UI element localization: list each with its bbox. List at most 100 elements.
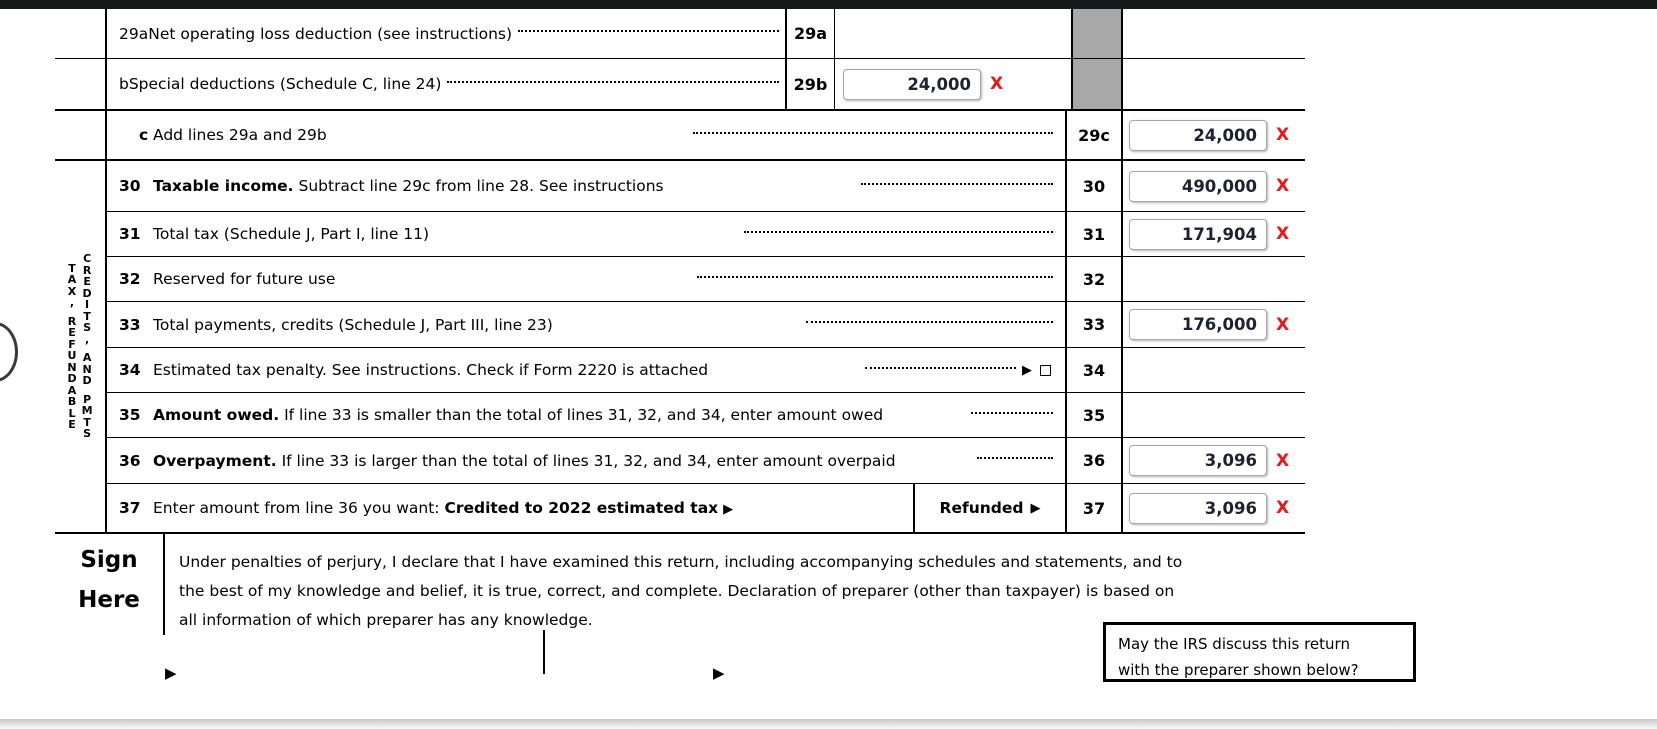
line-35-text: Amount owed. If line 33 is smaller than …	[153, 406, 965, 424]
dot-leader	[518, 30, 779, 32]
sign-here-line1: Sign	[80, 546, 138, 573]
form-line-35: 35 Amount owed. If line 33 is smaller th…	[107, 393, 1305, 438]
tax-form-sheet: 29a Net operating loss deduction (see in…	[55, 9, 1416, 682]
line-31-description: 31 Total tax (Schedule J, Part I, line 1…	[107, 212, 1065, 256]
line-30-description: 30 Taxable income. Subtract line 29c fro…	[107, 161, 1065, 211]
line-29c-error-x-icon[interactable]: X	[1276, 125, 1289, 145]
line-34-form2220-checkbox[interactable]	[1040, 364, 1051, 376]
perjury-line-1: Under penalties of perjury, I declare th…	[179, 553, 1183, 571]
line-33-input[interactable]: 176,000	[1129, 309, 1267, 340]
line-37-input[interactable]: 3,096	[1129, 492, 1267, 524]
form-line-36: 36 Overpayment. If line 33 is larger tha…	[107, 438, 1305, 484]
line-36-number: 36	[119, 451, 141, 470]
line-36-description: 36 Overpayment. If line 33 is larger tha…	[107, 438, 1065, 483]
line-37-stub: 37	[1065, 484, 1123, 532]
line-31-input[interactable]: 171,904	[1129, 218, 1267, 250]
partial-circle-glyph	[0, 322, 18, 382]
line-34-description: 34 Estimated tax penalty. See instructio…	[107, 348, 1065, 392]
line-29b-text: Special deductions (Schedule C, line 24)	[128, 75, 442, 93]
line-32-stub: 32	[1065, 257, 1123, 301]
line-32-description: 32 Reserved for future use	[107, 257, 1065, 301]
signature-arrow-icon-1: ▶	[165, 664, 177, 682]
line-30-text: Taxable income. Subtract line 29c from l…	[153, 177, 855, 195]
line-29a-number: 29a	[119, 24, 149, 43]
line-30-bold-prefix: Taxable income.	[153, 177, 294, 195]
irs-discuss-box: May the IRS discuss this return with the…	[1103, 622, 1416, 682]
irs-discuss-line-2: with the preparer shown below?	[1118, 661, 1359, 679]
line-35-amount-cell[interactable]	[1123, 393, 1305, 437]
line-29c-number: c	[139, 126, 149, 144]
signature-arrow-icon-2: ▶	[713, 664, 725, 682]
rail-spacer-top	[55, 9, 107, 58]
rail-vertical-label: TAX, REFUN DABLE CREDI TS, AND PMTS	[55, 161, 105, 532]
rail-label-column-left: TAX, REFUN DABLE	[67, 261, 77, 431]
end-column-29a	[1123, 9, 1305, 58]
line-33-error-x-icon[interactable]: X	[1276, 315, 1289, 335]
sign-here-line2: Here	[78, 586, 140, 613]
line-29c-input[interactable]: 24,000	[1129, 119, 1267, 151]
line-35-stub: 35	[1065, 393, 1123, 437]
line-34-arrow-icon: ▶	[1022, 362, 1032, 378]
tax-credits-section: TAX, REFUN DABLE CREDI TS, AND PMTS 30 T…	[55, 161, 1305, 532]
dot-leader	[861, 182, 1053, 185]
signature-divider	[543, 630, 545, 674]
line-group-29ab: 29a Net operating loss deduction (see in…	[55, 9, 1305, 111]
shaded-cell-29b	[1071, 59, 1123, 109]
line-29b-number: b	[119, 75, 129, 93]
line-32-amount-cell[interactable]	[1123, 257, 1305, 301]
shaded-cell-29a	[1071, 9, 1123, 58]
sign-here-section: Sign Here Under penalties of perjury, I …	[55, 532, 1416, 682]
line-37-number: 37	[119, 499, 141, 517]
form-line-32: 32 Reserved for future use 32	[107, 257, 1305, 302]
line-29a-amount-cell[interactable]	[835, 9, 1071, 58]
sign-here-body: Under penalties of perjury, I declare th…	[165, 534, 1416, 682]
dot-leader	[692, 131, 1053, 134]
line-29c-amount-cell: 24,000 X	[1123, 111, 1305, 159]
line-34-text: Estimated tax penalty. See instructions.…	[153, 361, 709, 379]
dot-leader	[971, 411, 1054, 414]
line-33-number: 33	[119, 315, 141, 334]
line-37-credited-label: Credited to 2022 estimated tax	[444, 499, 719, 517]
line-33-stub: 33	[1065, 302, 1123, 347]
line-32-text: Reserved for future use	[153, 270, 336, 288]
dot-leader	[865, 366, 1016, 369]
line-36-stub: 36	[1065, 438, 1123, 483]
line-31-amount-cell: 171,904 X	[1123, 212, 1305, 256]
irs-discuss-line-1: May the IRS discuss this return	[1118, 635, 1350, 653]
form-line-37: 37 Enter amount from line 36 you want: C…	[107, 484, 1305, 532]
rail-spacer-29c	[55, 111, 107, 159]
dot-leader	[447, 80, 779, 83]
line-29b-description: b Special deductions (Schedule C, line 2…	[107, 59, 785, 109]
line-37-text: Enter amount from line 36 you want: Cred…	[153, 499, 907, 517]
line-36-input[interactable]: 3,096	[1129, 445, 1267, 476]
form-line-29a: 29a Net operating loss deduction (see in…	[55, 9, 1305, 59]
line-29b-input[interactable]: 24,000	[843, 68, 981, 100]
line-36-text: Overpayment. If line 33 is larger than t…	[153, 452, 971, 470]
sign-here-heading: Sign Here	[55, 534, 165, 635]
line-31-number: 31	[119, 225, 141, 243]
line-31-stub: 31	[1065, 212, 1123, 256]
line-29b-error-x-icon[interactable]: X	[990, 74, 1003, 94]
line-31-error-x-icon[interactable]: X	[1276, 224, 1289, 244]
line-34-stub: 34	[1065, 348, 1123, 392]
line-37-plain: Enter amount from line 36 you want:	[153, 499, 440, 517]
line-33-text: Total payments, credits (Schedule J, Par…	[153, 315, 553, 334]
line-37-amount-cell: 3,096 X	[1123, 484, 1305, 532]
line-36-amount-cell: 3,096 X	[1123, 438, 1305, 483]
viewport-bottom-fade	[0, 719, 1657, 729]
line-36-error-x-icon[interactable]: X	[1276, 451, 1289, 471]
rail-label-column-right: CREDI TS, AND PMTS	[81, 252, 93, 441]
line-30-input[interactable]: 490,000	[1129, 170, 1267, 202]
line-29c-description: c Add lines 29a and 29b	[107, 111, 1065, 159]
line-34-amount-cell[interactable]	[1123, 348, 1305, 392]
line-36-body: If line 33 is larger than the total of l…	[281, 451, 896, 470]
line-30-number: 30	[119, 177, 141, 195]
line-30-error-x-icon[interactable]: X	[1276, 176, 1289, 196]
dot-leader	[697, 275, 1054, 278]
line-29a-text: Net operating loss deduction (see instru…	[148, 24, 513, 43]
end-column-29b	[1123, 59, 1305, 109]
line-29a-stub: 29a	[785, 9, 835, 58]
line-36-bold-prefix: Overpayment.	[153, 451, 277, 470]
line-35-number: 35	[119, 406, 141, 424]
line-37-error-x-icon[interactable]: X	[1276, 498, 1289, 518]
